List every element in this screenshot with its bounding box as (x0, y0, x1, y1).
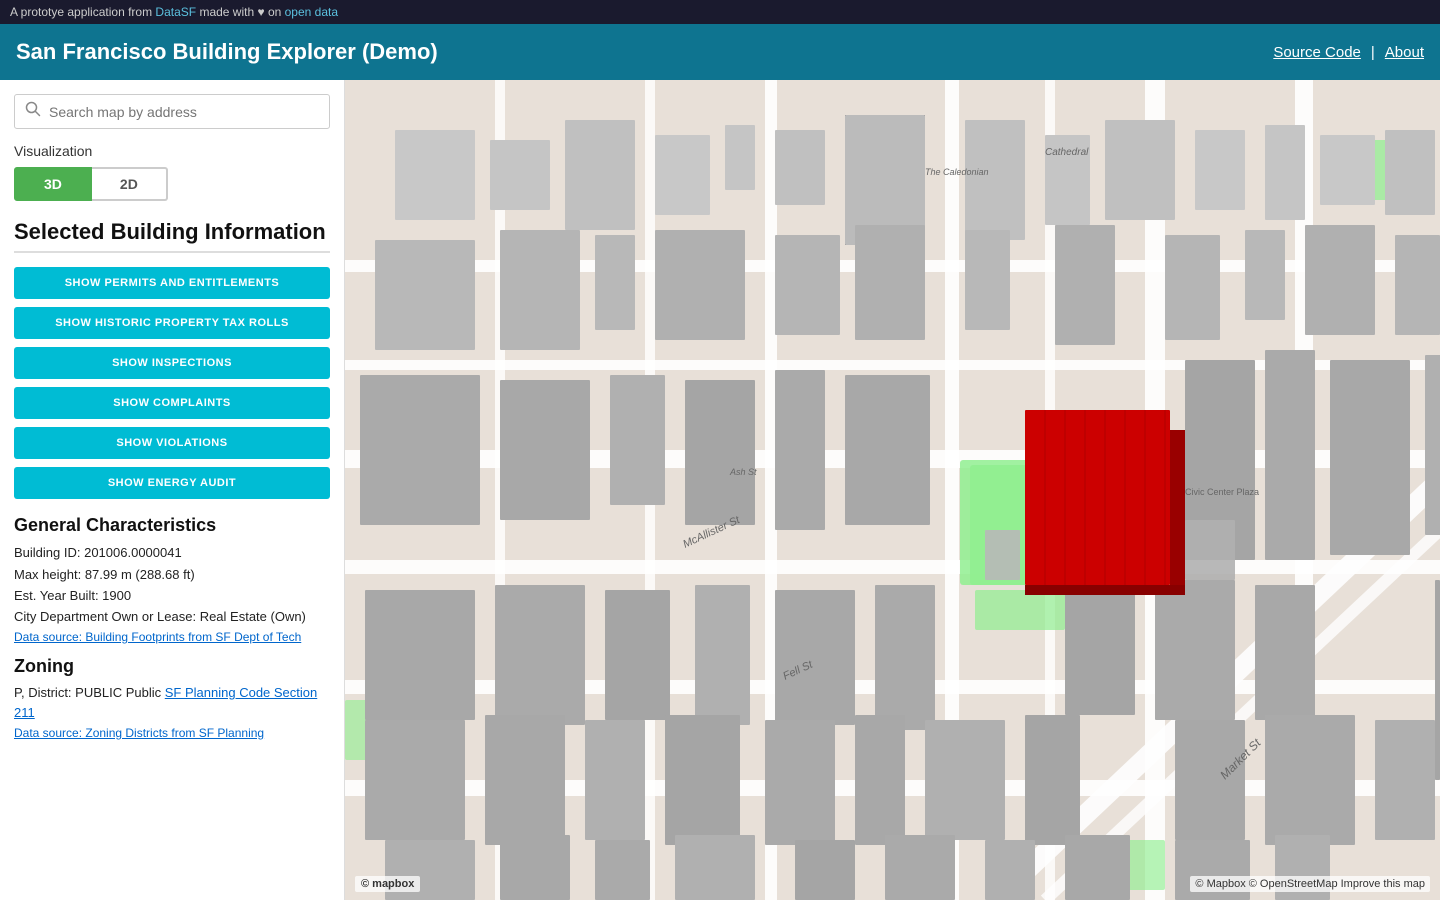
open-data-link[interactable]: open data (285, 5, 338, 19)
viz-toggle: 3D 2D (14, 167, 330, 201)
show-energy-audit-button[interactable]: SHOW ENERGY AUDIT (14, 467, 330, 499)
main-content: Visualization 3D 2D Selected Building In… (0, 80, 1440, 900)
svg-text:Civic Center Plaza: Civic Center Plaza (1185, 487, 1259, 497)
show-inspections-button[interactable]: SHOW INSPECTIONS (14, 347, 330, 379)
zoning-title: Zoning (14, 656, 330, 677)
max-height: Max height: 87.99 m (288.68 ft) (14, 566, 330, 584)
svg-text:The Caledonian: The Caledonian (925, 167, 989, 177)
viz-3d-button[interactable]: 3D (14, 167, 92, 201)
zoning-description: P, District: PUBLIC Public SF Planning C… (14, 683, 330, 722)
city-dept: City Department Own or Lease: Real Estat… (14, 608, 330, 626)
show-tax-rolls-button[interactable]: SHOW HISTORIC PROPERTY TAX ROLLS (14, 307, 330, 339)
search-container[interactable] (14, 94, 330, 129)
nav-divider: | (1371, 44, 1375, 61)
sidebar: Visualization 3D 2D Selected Building In… (0, 80, 345, 900)
svg-text:Cathedral: Cathedral (1045, 147, 1089, 158)
map-canvas: McAllister St Fell St Market St Ash St C… (345, 80, 1440, 900)
search-icon (25, 101, 41, 122)
building-id: Building ID: 201006.0000041 (14, 544, 330, 562)
banner-text: A prototye application from DataSF made … (10, 5, 338, 19)
zoning-data-source-link[interactable]: Data source: Zoning Districts from SF Pl… (14, 726, 330, 740)
year-built: Est. Year Built: 1900 (14, 587, 330, 605)
map-attribution: © Mapbox © OpenStreetMap Improve this ma… (1190, 876, 1430, 892)
mapbox-logo: © mapbox (355, 876, 420, 892)
top-banner: A prototye application from DataSF made … (0, 0, 1440, 24)
header: San Francisco Building Explorer (Demo) S… (0, 24, 1440, 80)
show-permits-button[interactable]: SHOW PERMITS AND ENTITLEMENTS (14, 267, 330, 299)
viz-label: Visualization (14, 143, 330, 159)
source-code-link[interactable]: Source Code (1273, 44, 1361, 61)
header-nav: Source Code | About (1273, 44, 1424, 61)
svg-text:Ash St: Ash St (729, 467, 757, 477)
datasf-link[interactable]: DataSF (155, 5, 196, 19)
general-char-title: General Characteristics (14, 515, 330, 536)
search-input[interactable] (49, 104, 319, 120)
show-violations-button[interactable]: SHOW VIOLATIONS (14, 427, 330, 459)
show-complaints-button[interactable]: SHOW COMPLAINTS (14, 387, 330, 419)
selected-building-title: Selected Building Information (14, 219, 330, 253)
map-container[interactable]: McAllister St Fell St Market St Ash St C… (345, 80, 1440, 900)
about-link[interactable]: About (1385, 44, 1424, 61)
app-title: San Francisco Building Explorer (Demo) (16, 39, 438, 65)
building-data-source-link[interactable]: Data source: Building Footprints from SF… (14, 630, 330, 644)
viz-2d-button[interactable]: 2D (92, 167, 168, 201)
